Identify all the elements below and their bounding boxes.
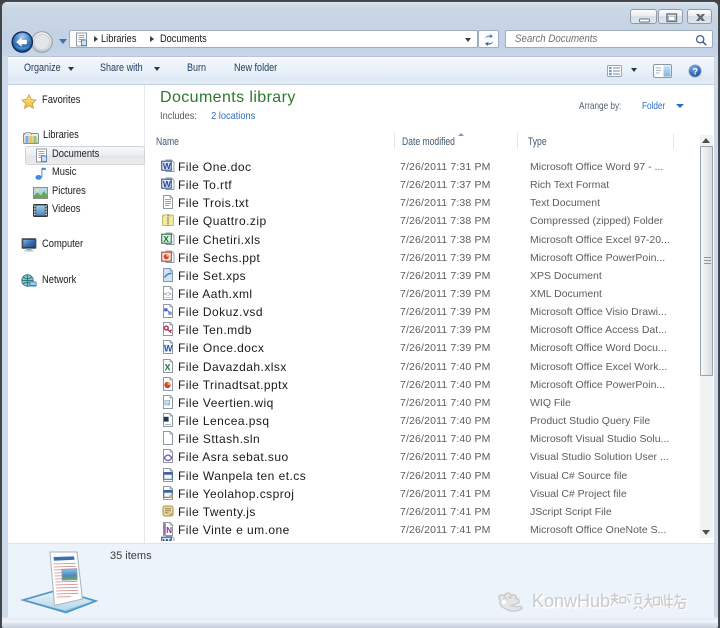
svg-text:W: W	[163, 537, 172, 541]
svg-text:W: W	[163, 179, 172, 189]
svg-text:<>: <>	[164, 291, 172, 298]
svg-text:W: W	[163, 161, 172, 171]
svg-text:W: W	[164, 344, 173, 354]
svg-text:X: X	[163, 234, 169, 244]
svg-text:?: ?	[693, 67, 699, 77]
svg-text:X: X	[165, 363, 171, 373]
